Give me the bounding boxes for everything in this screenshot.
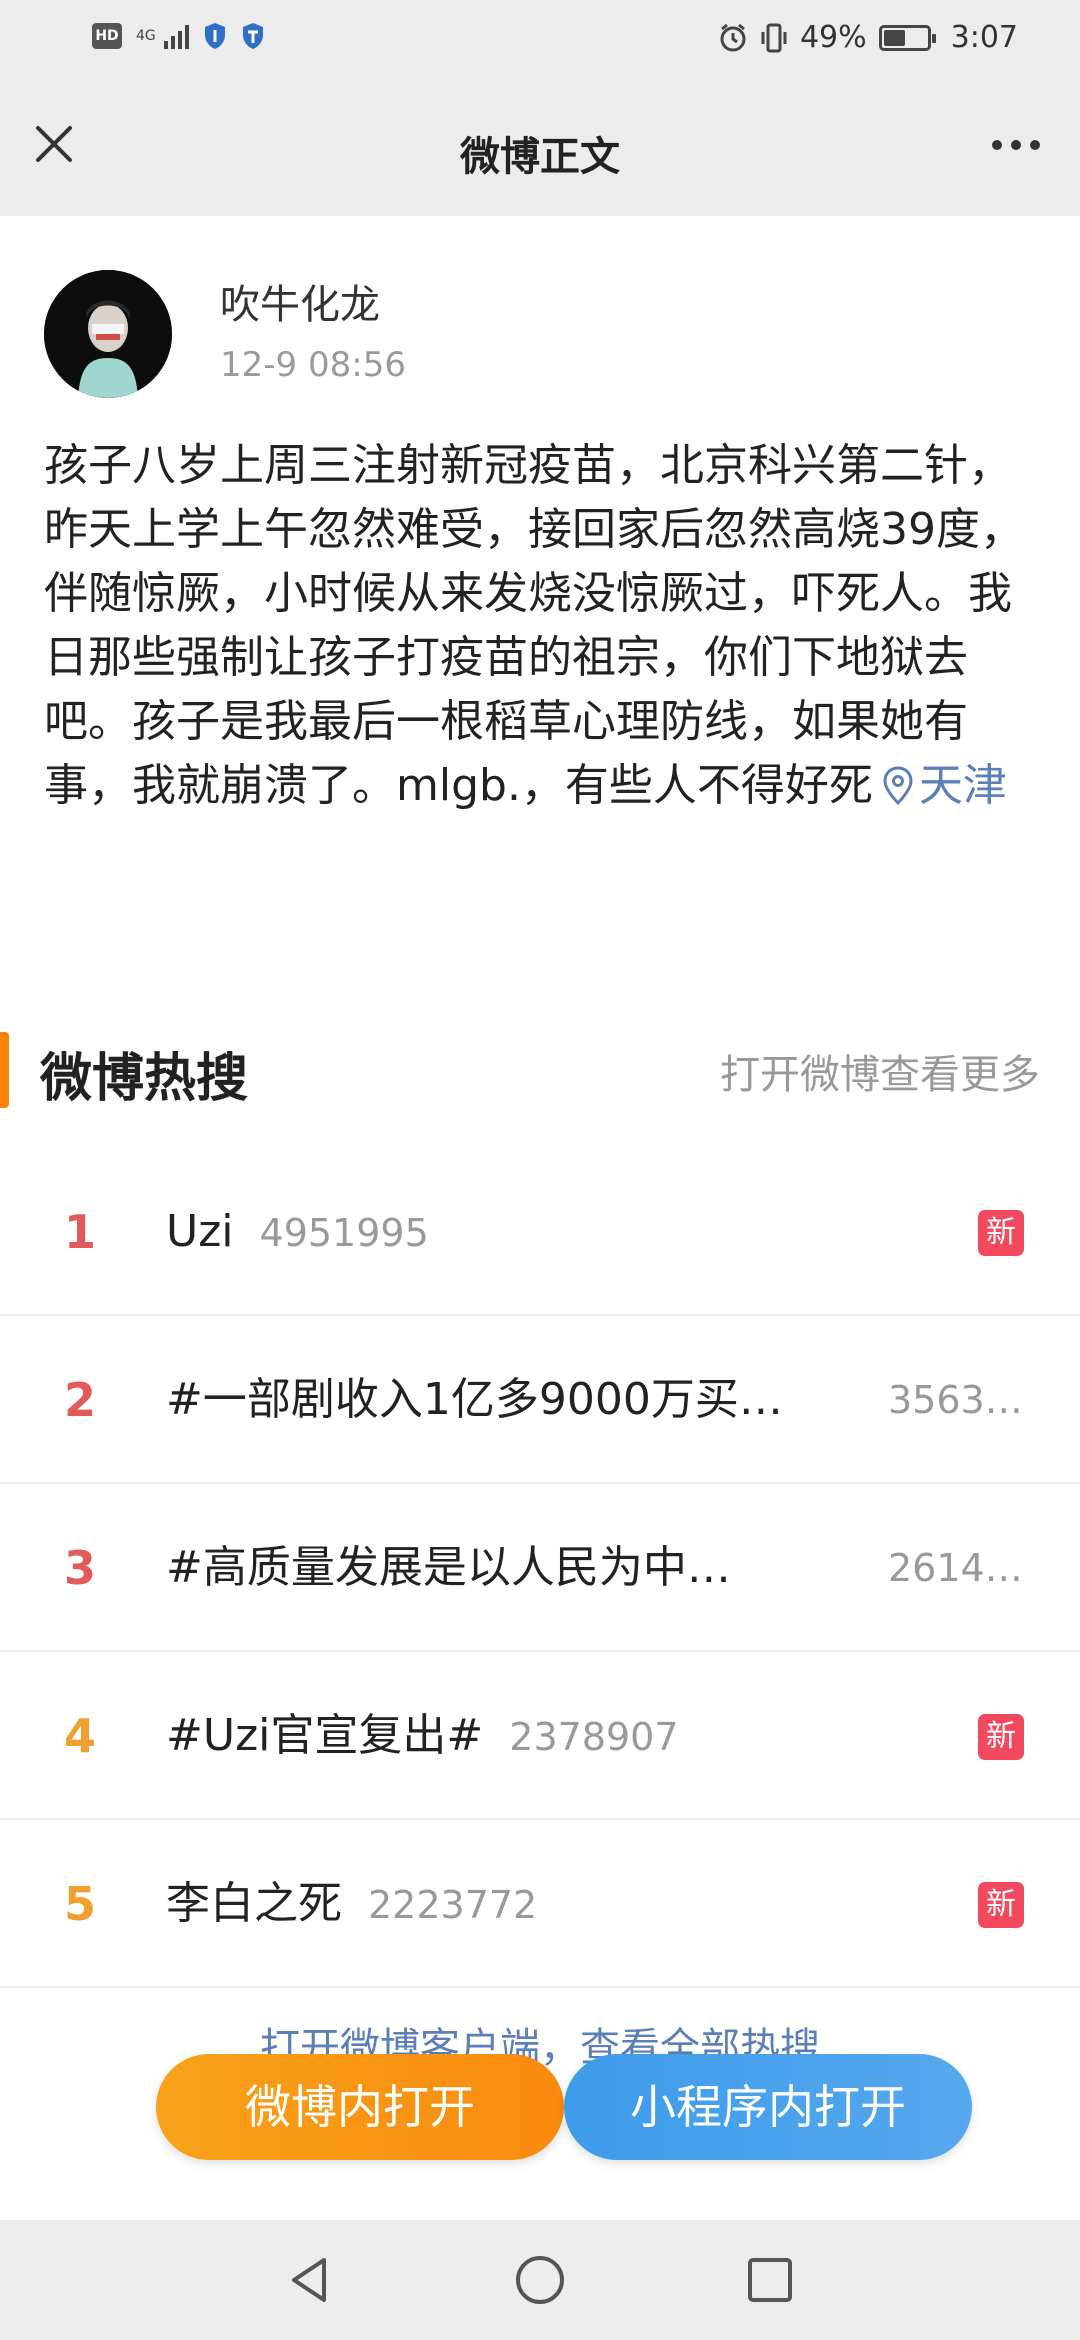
topic-title: #Uzi官宣复出# (166, 1710, 484, 1761)
status-right: 49% 3:07 (718, 20, 1018, 55)
topic-title: Uzi (166, 1206, 234, 1257)
status-bar: HD 4G 49% 3:07 (0, 0, 1080, 84)
topic-title: #高质量发展是以人民为中… (166, 1542, 731, 1593)
hd-icon: HD (92, 23, 122, 49)
avatar[interactable] (44, 270, 172, 398)
home-circle-icon[interactable] (510, 2250, 570, 2310)
back-triangle-icon[interactable] (280, 2250, 340, 2310)
open-in-weibo-button[interactable]: 微博内打开 (156, 2054, 564, 2160)
hot-search-item[interactable]: 4 #Uzi官宣复出# 2378907 新 (0, 1652, 1080, 1820)
vibrate-icon (761, 23, 787, 52)
recent-square-icon[interactable] (740, 2250, 800, 2310)
avatar-image (44, 270, 172, 398)
rank-number: 2 (63, 1373, 96, 1427)
topic-count: 2378907 (509, 1715, 679, 1759)
topic-title: 李白之死 (166, 1878, 342, 1929)
post-content: 孩子八岁上周三注射新冠疫苗，北京科兴第二针，昨天上学上午忽然难受，接回家后忽然高… (44, 440, 1024, 811)
battery-percent: 49% (799, 20, 867, 55)
hot-search-item[interactable]: 2 #一部剧收入1亿多9000万买… 3563… (0, 1316, 1080, 1484)
rank-number: 1 (63, 1205, 96, 1259)
clock: 3:07 (950, 20, 1018, 55)
status-left: HD 4G (92, 22, 265, 50)
top-bar: 微博正文 (0, 84, 1080, 216)
location-link[interactable]: 天津 (919, 760, 1007, 811)
rank-number: 5 (63, 1877, 96, 1931)
topic-count: 2614… (888, 1546, 1023, 1590)
topic-count: 3563… (888, 1378, 1023, 1422)
open-in-mini-program-button[interactable]: 小程序内打开 (564, 2054, 972, 2160)
hot-search-item[interactable]: 5 李白之死 2223772 新 (0, 1820, 1080, 1988)
battery-icon (878, 24, 936, 51)
alarm-icon (720, 23, 746, 51)
hot-search-title: 微博热搜 (40, 1049, 249, 1109)
topic-title: #一部剧收入1亿多9000万买… (166, 1374, 783, 1425)
new-badge: 新 (978, 1210, 1024, 1256)
hot-search-item[interactable]: 1 Uzi 4951995 新 (0, 1148, 1080, 1316)
post-author[interactable]: 吹牛化龙 (220, 272, 380, 330)
shield-icon (242, 23, 263, 49)
open-weibo-more-link[interactable]: 打开微博查看更多 (720, 1042, 1040, 1100)
page-title: 微博正文 (460, 134, 620, 180)
new-badge: 新 (978, 1714, 1024, 1760)
hot-search-list: 1 Uzi 4951995 新 2 #一部剧收入1亿多9000万买… 3563… … (0, 1148, 1080, 1988)
topic-count: 2223772 (368, 1883, 538, 1927)
shield-icon (204, 23, 225, 49)
network-type: 4G (136, 28, 156, 44)
post-time: 12-9 08:56 (220, 345, 406, 385)
new-badge: 新 (978, 1882, 1024, 1928)
section-accent (0, 1032, 9, 1108)
signal-icon (163, 23, 189, 49)
topic-count: 4951995 (259, 1211, 429, 1255)
hot-search-item[interactable]: 3 #高质量发展是以人民为中… 2614… (0, 1484, 1080, 1652)
location-pin-icon (883, 766, 913, 806)
post-text: 孩子八岁上周三注射新冠疫苗，北京科兴第二针，昨天上学上午忽然难受，接回家后忽然高… (44, 434, 1044, 818)
rank-number: 3 (63, 1541, 96, 1595)
more-dots-icon[interactable] (992, 140, 1040, 150)
rank-number: 4 (63, 1709, 96, 1763)
system-nav-bar (0, 2220, 1080, 2340)
